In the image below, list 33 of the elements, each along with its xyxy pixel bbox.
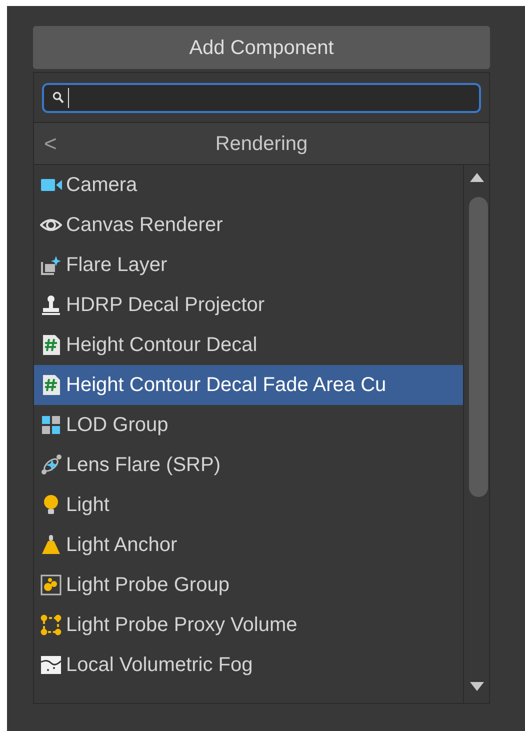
component-item[interactable]: Lens Flare (SRP) bbox=[34, 445, 464, 485]
add-component-button[interactable]: Add Component bbox=[33, 26, 490, 69]
scrollbar[interactable] bbox=[463, 165, 489, 703]
scrollbar-thumb[interactable] bbox=[469, 197, 488, 497]
grid-icon bbox=[40, 414, 62, 436]
search-field[interactable] bbox=[42, 82, 481, 112]
stamp-icon bbox=[40, 294, 62, 316]
back-button[interactable]: < bbox=[42, 127, 59, 160]
component-item[interactable]: Light Anchor bbox=[34, 525, 464, 565]
script-icon bbox=[40, 334, 62, 356]
scroll-up-arrow-icon[interactable] bbox=[470, 173, 484, 182]
component-item[interactable]: Height Contour Decal Fade Area Cu bbox=[34, 365, 464, 405]
layers-icon bbox=[40, 254, 62, 276]
component-item[interactable]: Height Contour Decal bbox=[34, 325, 464, 365]
probe-group-icon bbox=[40, 574, 62, 596]
category-title: Rendering bbox=[215, 132, 308, 156]
fog-icon bbox=[40, 654, 62, 676]
component-item[interactable]: Light Probe Proxy Volume bbox=[34, 605, 464, 645]
component-item[interactable]: Local Volumetric Fog bbox=[34, 645, 464, 685]
scroll-down-arrow-icon[interactable] bbox=[470, 682, 484, 691]
component-item[interactable]: Flare Layer bbox=[34, 245, 464, 285]
lamp-icon bbox=[40, 534, 62, 556]
probe-volume-icon bbox=[40, 614, 62, 636]
component-item[interactable]: Light Probe Group bbox=[34, 565, 464, 605]
text-cursor bbox=[68, 88, 69, 108]
script-icon bbox=[40, 374, 62, 396]
component-item[interactable]: Camera bbox=[34, 165, 464, 205]
search-icon bbox=[52, 91, 64, 104]
component-item[interactable]: HDRP Decal Projector bbox=[34, 285, 464, 325]
component-item[interactable]: Light bbox=[34, 485, 464, 525]
lens-flare-icon bbox=[40, 454, 62, 476]
component-item[interactable]: Canvas Renderer bbox=[34, 205, 464, 245]
component-item[interactable]: LOD Group bbox=[34, 405, 464, 445]
